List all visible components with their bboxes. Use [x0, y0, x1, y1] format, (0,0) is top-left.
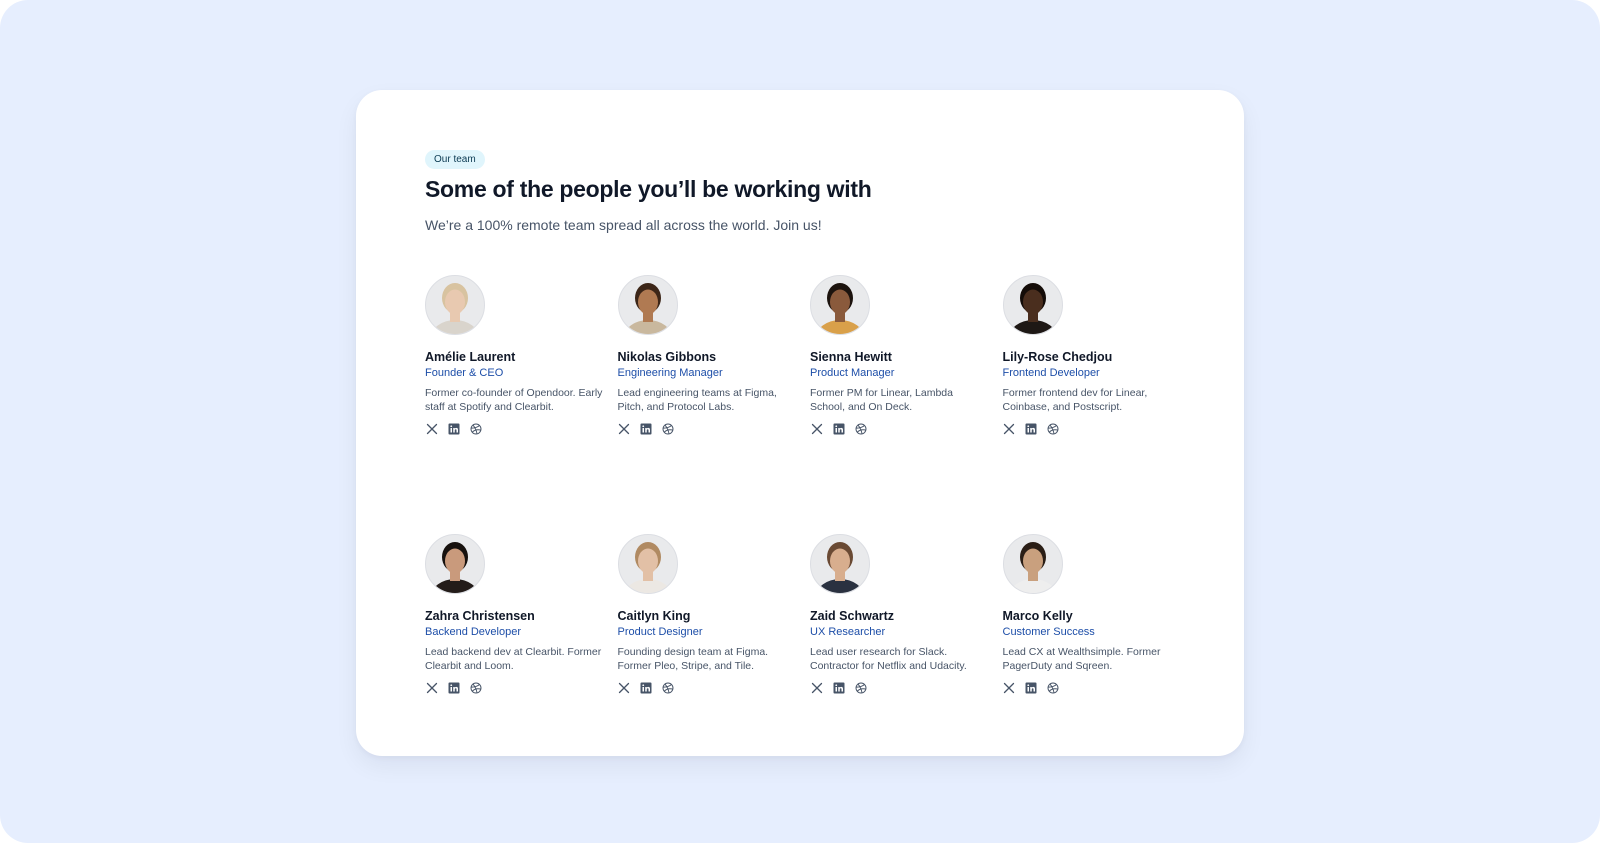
section-title: Some of the people you’ll be working wit… [425, 176, 872, 202]
team-member-card: Zahra Christensen Backend Developer Lead… [425, 534, 618, 793]
team-grid: Amélie Laurent Founder & CEO Former co-f… [425, 275, 1195, 793]
x-icon[interactable] [810, 681, 823, 694]
avatar [810, 275, 870, 335]
member-bio: Lead CX at Wealthsimple. Former PagerDut… [1002, 646, 1161, 672]
social-links [618, 681, 811, 694]
linkedin-icon[interactable] [640, 422, 653, 435]
dribbble-icon[interactable] [662, 681, 675, 694]
social-links [618, 422, 811, 435]
member-role: Product Manager [810, 367, 895, 379]
member-name: Nikolas Gibbons [617, 350, 717, 364]
member-role: Frontend Developer [1002, 367, 1100, 379]
team-section-card: Our team Some of the people you’ll be wo… [356, 90, 1244, 756]
linkedin-icon[interactable] [832, 422, 845, 435]
dribbble-icon[interactable] [1047, 422, 1060, 435]
dribbble-icon[interactable] [854, 422, 867, 435]
team-member-card: Marco Kelly Customer Success Lead CX at … [1002, 534, 1196, 793]
dribbble-icon[interactable] [1047, 681, 1060, 694]
dribbble-icon[interactable] [854, 681, 867, 694]
social-links [425, 681, 618, 694]
member-role: UX Researcher [810, 626, 886, 638]
dribbble-icon[interactable] [469, 681, 482, 694]
avatar [617, 275, 678, 335]
avatar [425, 534, 485, 594]
member-name: Zaid Schwartz [810, 609, 895, 623]
x-icon[interactable] [1003, 422, 1016, 435]
linkedin-icon[interactable] [447, 681, 460, 694]
avatar-portrait [431, 283, 479, 334]
member-bio: Lead backend dev at Clearbit. Former Cle… [425, 646, 602, 672]
social-links [1003, 422, 1196, 435]
avatar [810, 534, 870, 594]
x-icon[interactable] [425, 681, 438, 694]
avatar-portrait [431, 542, 479, 593]
team-member-card: Zaid Schwartz UX Researcher Lead user re… [810, 534, 1003, 793]
team-member-card: Amélie Laurent Founder & CEO Former co-f… [425, 275, 618, 534]
member-name: Sienna Hewitt [810, 350, 892, 364]
member-name: Lily-Rose Chedjou [1002, 350, 1113, 364]
avatar-portrait [624, 283, 671, 334]
avatar [425, 275, 485, 335]
member-bio: Former co-founder of Opendoor. Early sta… [425, 387, 603, 413]
member-bio: Lead user research for Slack. Contractor… [810, 646, 967, 672]
avatar-portrait [816, 542, 864, 593]
member-role: Founder & CEO [425, 367, 504, 379]
x-icon[interactable] [1003, 681, 1016, 694]
member-bio: Former frontend dev for Linear, Coinbase… [1002, 387, 1148, 413]
team-member-card: Nikolas Gibbons Engineering Manager Lead… [617, 275, 811, 534]
avatar-portrait [624, 542, 671, 593]
linkedin-icon[interactable] [447, 422, 460, 435]
section-badge: Our team [425, 150, 485, 169]
social-links [810, 422, 1003, 435]
avatar [1002, 275, 1063, 335]
linkedin-icon[interactable] [640, 681, 653, 694]
linkedin-icon[interactable] [1025, 422, 1038, 435]
member-name: Amélie Laurent [425, 350, 516, 364]
member-bio: Former PM for Linear, Lambda School, and… [810, 387, 953, 413]
member-role: Engineering Manager [617, 367, 723, 379]
member-role: Backend Developer [425, 626, 522, 638]
member-name: Caitlyn King [617, 609, 691, 623]
section-subtitle: We’re a 100% remote team spread all acro… [425, 217, 822, 233]
x-icon[interactable] [618, 681, 631, 694]
member-role: Customer Success [1002, 626, 1095, 638]
social-links [425, 422, 618, 435]
linkedin-icon[interactable] [832, 681, 845, 694]
member-role: Product Designer [617, 626, 703, 638]
avatar-portrait [1009, 283, 1056, 334]
team-member-card: Lily-Rose Chedjou Frontend Developer For… [1002, 275, 1196, 534]
avatar-portrait [1009, 542, 1056, 593]
x-icon[interactable] [425, 422, 438, 435]
team-member-card: Sienna Hewitt Product Manager Former PM … [810, 275, 1003, 534]
member-bio: Lead engineering teams at Figma, Pitch, … [617, 387, 777, 413]
member-name: Zahra Christensen [425, 609, 535, 623]
dribbble-icon[interactable] [469, 422, 482, 435]
avatar-portrait [816, 283, 864, 334]
avatar [1002, 534, 1063, 594]
avatar [617, 534, 678, 594]
x-icon[interactable] [618, 422, 631, 435]
x-icon[interactable] [810, 422, 823, 435]
member-name: Marco Kelly [1002, 609, 1073, 623]
member-bio: Founding design team at Figma. Former Pl… [617, 646, 769, 672]
social-links [1003, 681, 1196, 694]
team-member-card: Caitlyn King Product Designer Founding d… [617, 534, 811, 793]
dribbble-icon[interactable] [662, 422, 675, 435]
linkedin-icon[interactable] [1025, 681, 1038, 694]
social-links [810, 681, 1003, 694]
